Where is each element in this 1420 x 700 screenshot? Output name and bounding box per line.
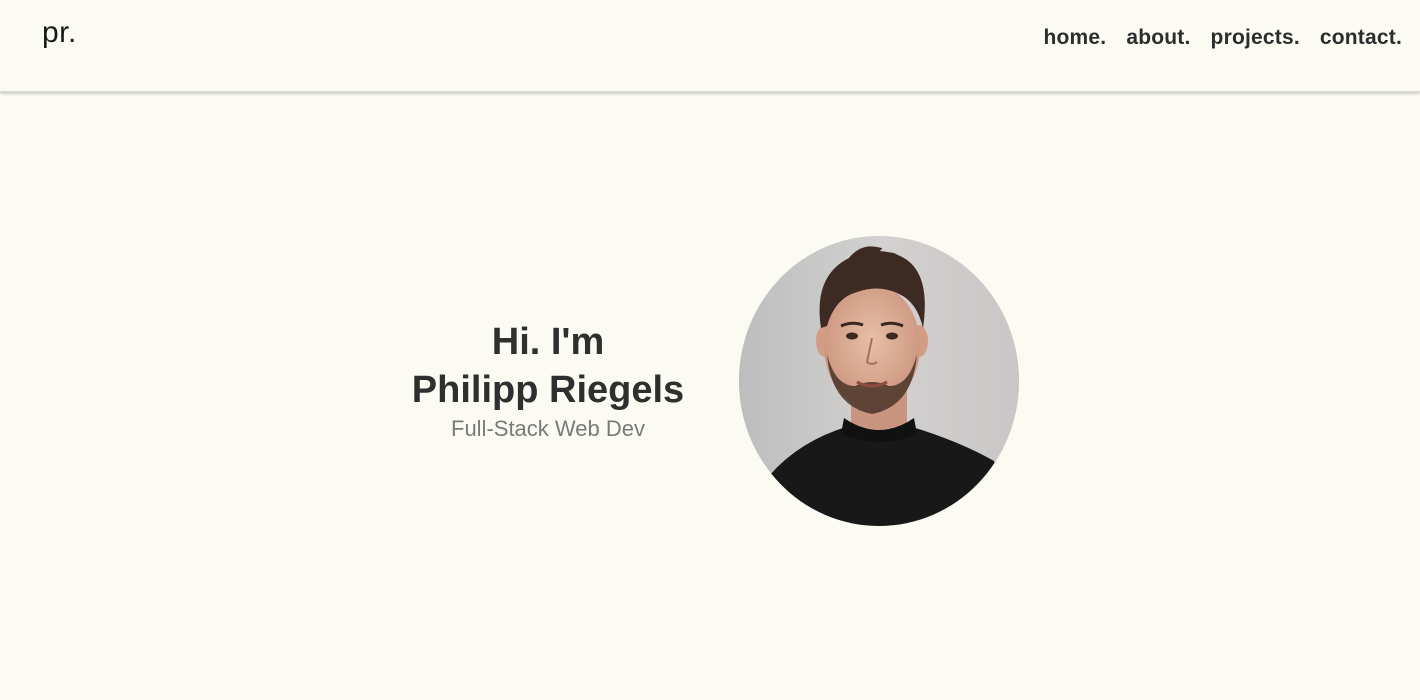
profile-photo-illustration (739, 236, 1019, 526)
nav-home-link[interactable]: home. (1044, 26, 1107, 50)
hero-section: Hi. I'm Philipp Riegels Full-Stack Web D… (0, 92, 1420, 700)
hero-greeting: Hi. I'm (491, 321, 605, 363)
hero-role: Full-Stack Web Dev (451, 416, 645, 441)
main-nav: home. about. projects. contact. (1044, 26, 1403, 50)
nav-contact-link[interactable]: contact. (1320, 26, 1402, 50)
site-logo[interactable]: pr. (42, 16, 77, 50)
profile-photo (739, 236, 1019, 526)
site-header: pr. home. about. projects. contact. (0, 0, 1420, 92)
nav-projects-link[interactable]: projects. (1211, 26, 1300, 50)
hero-intro: Hi. I'm Philipp Riegels Full-Stack Web D… (398, 318, 698, 442)
hero-name: Philipp Riegels (411, 369, 685, 411)
nav-about-link[interactable]: about. (1126, 26, 1190, 50)
